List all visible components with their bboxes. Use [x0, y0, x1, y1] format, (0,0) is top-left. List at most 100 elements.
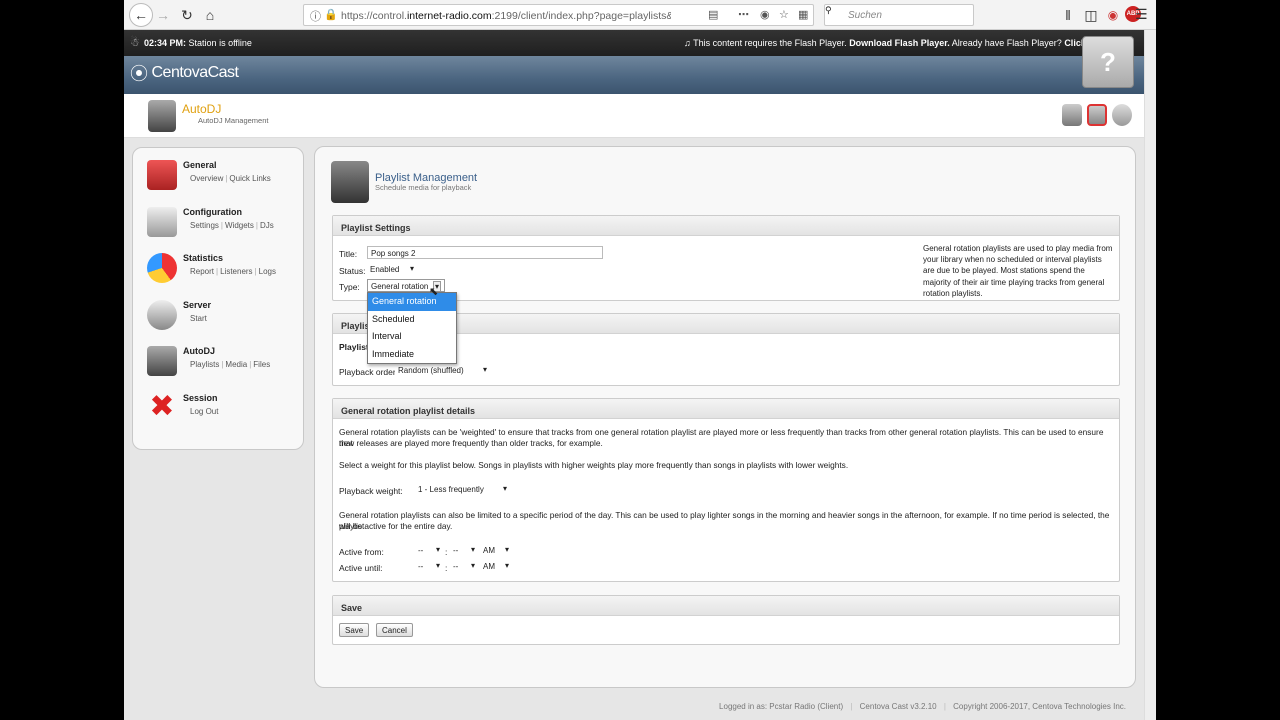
centova-logo[interactable]: ⦿ CentovaCast [130, 60, 239, 86]
link-playlists[interactable]: Playlists [190, 360, 219, 369]
playlist-settings-panel: Playlist Settings Title: Pop songs 2 Sta… [332, 215, 1120, 301]
time-period-description: General rotation playlists can also be l… [339, 510, 1110, 531]
search-field[interactable]: ⚲ Suchen [824, 4, 974, 26]
lock-icon[interactable]: 🔒 [324, 8, 338, 21]
main-panel: Playlist Management Schedule media for p… [314, 146, 1136, 688]
cancel-button[interactable]: Cancel [376, 623, 413, 637]
link-widgets[interactable]: Widgets [225, 221, 254, 230]
start-server-icon[interactable] [1062, 104, 1082, 126]
link-djs[interactable]: DJs [260, 221, 274, 230]
chevron-down-icon: ▾ [482, 365, 487, 374]
reload-icon[interactable]: ↻ [176, 4, 198, 26]
link-log-out[interactable]: Log Out [190, 407, 218, 416]
back-arrow-icon[interactable]: ← [129, 3, 153, 27]
url-bar[interactable]: ⓘ 🔒 https://control.internet-radio.com:2… [303, 4, 814, 26]
until-hour-select[interactable]: -- ▾ [415, 560, 443, 573]
extension-icon[interactable]: ◉ [1102, 4, 1124, 26]
weight-description-cont: new releases are played more frequently … [339, 438, 603, 448]
autodj-icon [148, 100, 176, 132]
playback-weight-label: Playback weight: [339, 486, 403, 496]
sidebar-item-configuration[interactable]: Configuration Settings | Widgets | DJs [143, 203, 293, 245]
save-panel: Save Save Cancel [332, 595, 1120, 645]
forward-arrow-icon[interactable]: → [152, 4, 174, 26]
help-icon[interactable]: ? [1082, 36, 1134, 88]
option-scheduled[interactable]: Scheduled [368, 311, 456, 329]
download-flash-link[interactable]: Download Flash Player. [849, 38, 950, 48]
active-until-label: Active until: [339, 563, 383, 573]
search-icon: ⚲ [825, 5, 832, 15]
chevron-down-icon: ▾ [409, 264, 414, 273]
section-header: AutoDJ AutoDJ Management [124, 94, 1156, 138]
sidebar-item-statistics[interactable]: Statistics Report | Listeners | Logs [143, 249, 293, 291]
until-minute-select[interactable]: -- ▾ [450, 560, 478, 573]
type-help-text: General rotation playlists are used to p… [923, 244, 1113, 298]
from-hour-select[interactable]: -- ▾ [415, 544, 443, 557]
stop-autodj-icon[interactable] [1087, 104, 1107, 126]
browser-window: ← → ↻ ⌂ ⓘ 🔒 https://control.internet-rad… [124, 0, 1156, 720]
status-strip: ☃ 02:34 PM: Station is offline ♫ This co… [124, 30, 1156, 56]
option-general-rotation[interactable]: General rotation [368, 293, 456, 311]
browser-toolbar: ← → ↻ ⌂ ⓘ 🔒 https://control.internet-rad… [124, 0, 1156, 30]
active-from-label: Active from: [339, 547, 384, 557]
status-select[interactable]: Enabled ▾ [367, 263, 417, 276]
library-icon[interactable]: ‖ [1057, 4, 1079, 26]
sidebar-icon[interactable]: ◫ [1080, 4, 1102, 26]
link-start[interactable]: Start [190, 314, 207, 323]
pocket-icon[interactable]: ◉ [760, 8, 770, 21]
until-ampm-select[interactable]: AM ▾ [480, 560, 512, 573]
playback-weight-select[interactable]: 1 - Less frequently ▾ [415, 483, 510, 496]
footer: Logged in as: Pcstar Radio (Client) | Ce… [124, 698, 1156, 720]
sidebar-item-general[interactable]: General Overview | Quick Links [143, 156, 293, 198]
link-media[interactable]: Media [225, 360, 247, 369]
sidebar-item-autodj[interactable]: AutoDJ Playlists | Media | Files [143, 342, 293, 384]
x-icon: ✖ [149, 390, 175, 423]
url-text[interactable]: https://control.internet-radio.com:2199/… [341, 10, 671, 22]
bookmark-star-icon[interactable]: ☆ [779, 8, 789, 21]
panel-heading: General rotation playlist details [333, 399, 1119, 419]
sidebar: General Overview | Quick Links Configurati… [132, 147, 304, 450]
panel-heading: Save [333, 596, 1119, 616]
link-settings[interactable]: Settings [190, 221, 219, 230]
link-logs[interactable]: Logs [259, 267, 276, 276]
menu-icon[interactable]: ☰ [1135, 6, 1148, 23]
from-ampm-select[interactable]: AM ▾ [480, 544, 512, 557]
restart-icon[interactable] [1112, 104, 1132, 126]
type-dropdown-list[interactable]: General rotation Scheduled Interval Imme… [367, 292, 457, 364]
section-title: AutoDJ [182, 102, 222, 116]
logged-in-text: Logged in as: Pcstar Radio (Client) [719, 702, 844, 711]
details-panel: General rotation playlist details Genera… [332, 398, 1120, 582]
house-icon [147, 160, 177, 190]
home-icon[interactable]: ⌂ [199, 4, 221, 26]
page-scrollbar[interactable] [1144, 30, 1156, 720]
option-interval[interactable]: Interval [368, 328, 456, 346]
info-icon[interactable]: ⓘ [310, 8, 321, 24]
reader-view-icon[interactable]: ▤ [708, 8, 718, 21]
link-listeners[interactable]: Listeners [220, 267, 252, 276]
playback-order-select[interactable]: Random (shuffled) ▾ [395, 364, 490, 377]
sidebar-item-server[interactable]: Server Start [143, 296, 293, 338]
headphones-icon: ☃ [130, 37, 140, 49]
flash-notice: ♫ This content requires the Flash Player… [684, 38, 1110, 48]
screenshot-icon[interactable]: ▦ [798, 8, 808, 21]
broadcast-icon: ⦿ [130, 64, 148, 84]
page-actions-icon[interactable]: ⋯ [738, 8, 749, 21]
weight-instructions: Select a weight for this playlist below.… [339, 460, 849, 470]
option-immediate[interactable]: Immediate [368, 346, 456, 364]
panel-heading: Playlist Settings [333, 216, 1119, 236]
title-input[interactable]: Pop songs 2 [367, 246, 603, 259]
page-subtitle: Schedule media for playback [375, 183, 472, 192]
chevron-down-icon: ▾ [502, 484, 507, 493]
sidebar-item-session[interactable]: ✖ Session Log Out [143, 389, 293, 431]
version-text: Centova Cast v3.2.10 [859, 702, 937, 711]
link-quick-links[interactable]: Quick Links [229, 174, 270, 183]
link-report[interactable]: Report [190, 267, 214, 276]
link-files[interactable]: Files [253, 360, 270, 369]
pie-chart-icon [147, 253, 177, 283]
from-minute-select[interactable]: -- ▾ [450, 544, 478, 557]
link-overview[interactable]: Overview [190, 174, 223, 183]
music-note-icon: ♫ [684, 38, 691, 48]
section-description: AutoDJ Management [198, 116, 269, 125]
mouse-cursor-icon: ⬉ [429, 286, 439, 298]
playback-order-label: Playback order: [339, 367, 399, 377]
save-button[interactable]: Save [339, 623, 370, 637]
